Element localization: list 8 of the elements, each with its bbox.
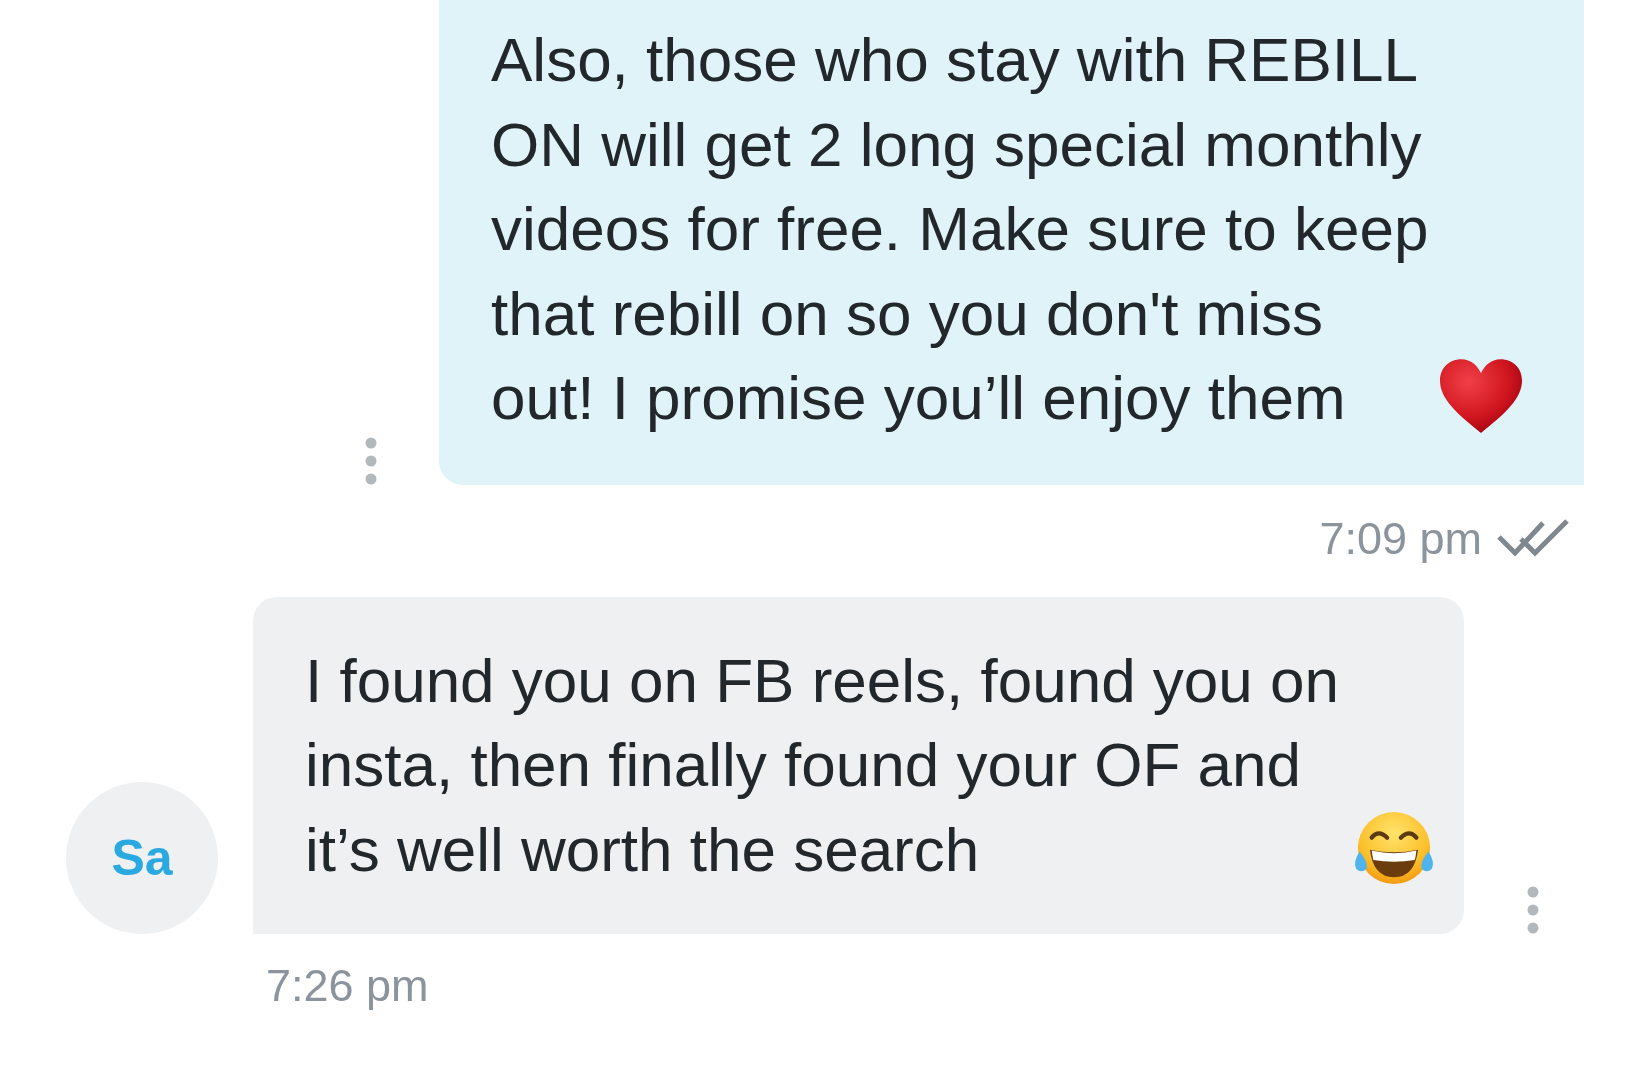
kebab-menu-icon[interactable] [365, 436, 377, 485]
message-time: 7:26 pm [266, 960, 429, 1012]
message-text: Also, those who stay with REBILL ON will get 2 long special monthly videos for free. Make sure to keep that rebill on so you don't miss out! I promise you’ll enjoy them [491, 24, 1429, 434]
avatar: Sa [66, 782, 218, 934]
message-text: I found you on FB reels, found you on insta, then finally found your OF and it’s well worth the search [305, 644, 1340, 886]
message-time: 7:09 pm [1319, 512, 1482, 565]
heart-emoji-icon [1440, 358, 1523, 435]
kebab-menu-icon[interactable] [1527, 886, 1539, 934]
